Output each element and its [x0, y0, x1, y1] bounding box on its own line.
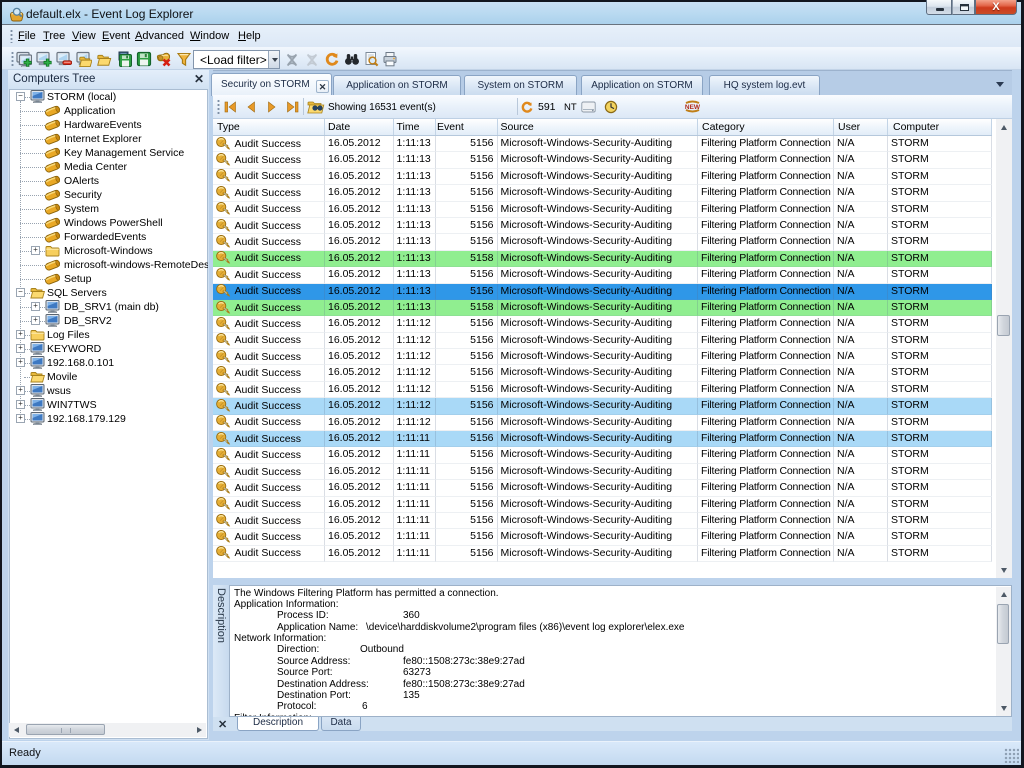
- svg-text:NEW: NEW: [685, 104, 701, 111]
